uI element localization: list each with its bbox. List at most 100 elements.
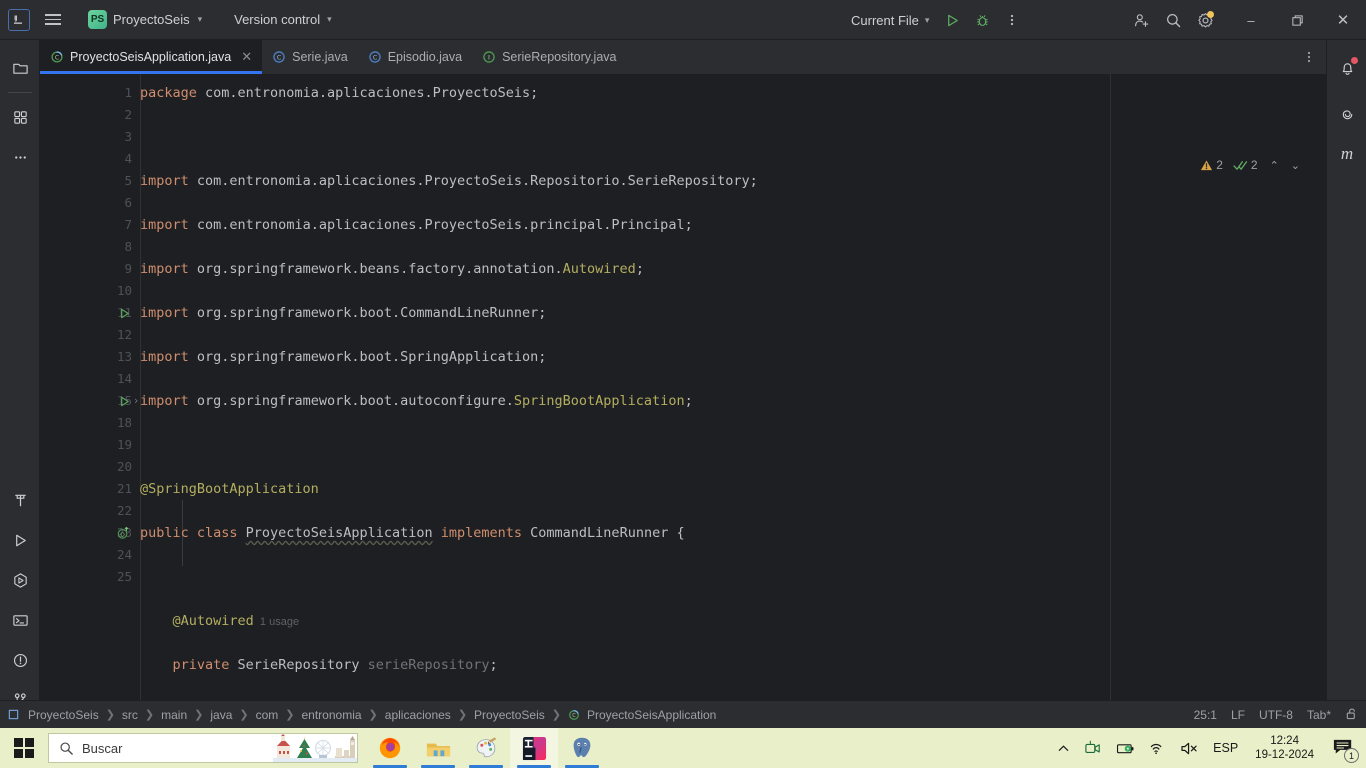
breadcrumb-separator: ❯ xyxy=(239,709,249,721)
svg-text:C: C xyxy=(55,55,59,62)
inspections-widget: 2 2 ⌃ ⌄ xyxy=(1200,158,1300,172)
run-configuration-selector[interactable]: Current File ▾ xyxy=(845,10,935,31)
breadcrumb-item[interactable]: java xyxy=(208,707,234,723)
usage-hint[interactable]: 1 usage xyxy=(260,616,299,628)
ok-count-group[interactable]: 2 xyxy=(1233,158,1258,172)
code-text-area[interactable]: package com.entronomia.aplicaciones.Proy… xyxy=(140,74,1326,700)
class-icon: C xyxy=(273,51,285,63)
warning-count: 2 xyxy=(1216,158,1223,172)
taskbar-app-postgresql[interactable] xyxy=(558,728,606,768)
breadcrumb-separator: ❯ xyxy=(457,709,468,721)
taskbar-app-firefox[interactable] xyxy=(366,728,414,768)
tray-volume-icon-button[interactable] xyxy=(1173,728,1206,768)
start-button[interactable] xyxy=(0,728,48,768)
debug-button[interactable] xyxy=(969,7,995,33)
tray-show-hidden-button[interactable] xyxy=(1050,728,1077,768)
version-control-widget[interactable]: Version control ▾ xyxy=(228,9,338,30)
window-close-button[interactable]: ✕ xyxy=(1320,0,1366,40)
tab-episodio[interactable]: C Episodio.java xyxy=(358,40,472,74)
breadcrumb-separator: ❯ xyxy=(551,709,561,721)
run-widget-group: Current File ▾ xyxy=(845,0,1025,40)
editor-gutter[interactable]: 1 2 3 4 5 6 7 8 9 10 11 12 13 14 15 18 1… xyxy=(40,74,140,700)
tab-serie[interactable]: C Serie.java xyxy=(262,40,358,74)
sidebar-item-commit[interactable] xyxy=(0,97,40,137)
settings-button[interactable] xyxy=(1192,7,1218,33)
breadcrumb-item[interactable]: aplicaciones xyxy=(383,707,453,723)
next-problem-button[interactable]: ⌄ xyxy=(1291,159,1300,172)
sidebar-item-spring[interactable] xyxy=(1327,94,1366,134)
interface-icon: I xyxy=(483,51,495,63)
search-everywhere-button[interactable] xyxy=(1160,7,1186,33)
project-widget[interactable]: PS ProyectoSeis ▾ xyxy=(82,7,208,32)
breadcrumb-item[interactable]: ProyectoSeisApplication xyxy=(585,707,718,723)
battery-icon xyxy=(1117,743,1134,753)
sidebar-item-project[interactable] xyxy=(0,48,40,88)
encoding[interactable]: UTF-8 xyxy=(1259,708,1293,722)
tray-camera-icon-button[interactable] xyxy=(1077,728,1109,768)
caret-position[interactable]: 25:1 xyxy=(1194,708,1217,722)
more-actions-button[interactable] xyxy=(999,7,1025,33)
breadcrumb-item[interactable]: ProyectoSeis xyxy=(472,707,547,723)
gutter-fold-chevron-icon[interactable]: › xyxy=(134,390,138,412)
readonly-toggle[interactable] xyxy=(1345,707,1358,723)
indent-setting[interactable]: Tab* xyxy=(1307,708,1331,722)
taskbar-app-file-explorer[interactable] xyxy=(414,728,462,768)
tab-label: Episodio.java xyxy=(387,50,463,64)
sidebar-item-more-windows[interactable] xyxy=(0,137,40,177)
tray-network-icon-button[interactable] xyxy=(1142,728,1173,768)
breadcrumb-item[interactable]: ProyectoSeis xyxy=(26,707,101,723)
sidebar-item-problems[interactable] xyxy=(0,640,40,680)
ok-count: 2 xyxy=(1250,158,1258,172)
breadcrumb-item[interactable]: com xyxy=(254,707,281,723)
spring-class-icon: C xyxy=(569,709,579,720)
gutter-run-main-icon[interactable] xyxy=(118,390,131,412)
main-menu-button[interactable] xyxy=(38,5,68,35)
prev-problem-button[interactable]: ⌃ xyxy=(1270,159,1279,172)
warning-count-group[interactable]: 2 xyxy=(1200,158,1223,172)
taskbar-clock[interactable]: 12:24 19-12-2024 xyxy=(1245,728,1324,768)
sidebar-item-maven[interactable]: m xyxy=(1327,134,1366,174)
gutter-override-icon[interactable]: O xyxy=(116,522,130,544)
svg-text:IJ: IJ xyxy=(14,15,17,22)
code-with-me-button[interactable] xyxy=(1128,7,1154,33)
code-editor[interactable]: 1 2 3 4 5 6 7 8 9 10 11 12 13 14 15 18 1… xyxy=(40,74,1326,700)
line-number: 20 xyxy=(116,459,132,474)
action-center-button[interactable]: 1 xyxy=(1324,728,1362,768)
tab-serierepository[interactable]: I SerieRepository.java xyxy=(472,40,626,74)
gutter-run-class-icon[interactable] xyxy=(118,302,131,324)
windows-logo-icon xyxy=(13,737,35,759)
tab-label: Serie.java xyxy=(292,50,348,64)
sidebar-item-build[interactable] xyxy=(0,480,40,520)
taskbar-app-intellij-idea[interactable] xyxy=(510,728,558,768)
run-button[interactable] xyxy=(939,7,965,33)
chevron-down-icon: ▾ xyxy=(924,14,930,25)
code-line-3: import com.entronomia.aplicaciones.Proye… xyxy=(140,173,758,189)
line-number: 24 xyxy=(116,547,132,562)
search-placeholder: Buscar xyxy=(82,740,123,756)
line-separator[interactable]: LF xyxy=(1231,708,1245,722)
breadcrumb-item[interactable]: entronomia xyxy=(300,707,364,723)
intellij-window: IJ PS ProyectoSeis ▾ Version control ▾ C… xyxy=(0,0,1366,768)
window-maximize-button[interactable] xyxy=(1274,0,1320,40)
sidebar-item-run[interactable] xyxy=(0,520,40,560)
sidebar-item-notifications[interactable] xyxy=(1327,48,1366,88)
code-line-14: private SerieRepository serieRepository; xyxy=(172,657,498,673)
sidebar-item-services[interactable] xyxy=(0,560,40,600)
tray-language-button[interactable]: ESP xyxy=(1206,728,1245,768)
tab-options-button[interactable] xyxy=(1296,40,1322,74)
window-minimize-button[interactable]: – xyxy=(1228,0,1274,40)
breadcrumb-item[interactable]: main xyxy=(159,707,189,723)
tab-proyectoseisapplication[interactable]: C ProyectoSeisApplication.java ✕ xyxy=(40,40,263,74)
breadcrumb-item[interactable]: src xyxy=(120,707,140,723)
line-number: 2 xyxy=(124,107,132,122)
module-icon xyxy=(8,709,19,720)
taskbar-search-input[interactable]: Buscar xyxy=(48,733,358,763)
svg-text:I: I xyxy=(488,54,490,62)
taskbar-app-paint[interactable] xyxy=(462,728,510,768)
tray-battery-icon-button[interactable] xyxy=(1109,728,1142,768)
code-line-11: public class ProyectoSeisApplication imp… xyxy=(140,525,685,541)
tab-close-icon[interactable]: ✕ xyxy=(241,49,252,65)
paint-icon xyxy=(476,737,497,758)
sidebar-item-terminal[interactable] xyxy=(0,600,40,640)
